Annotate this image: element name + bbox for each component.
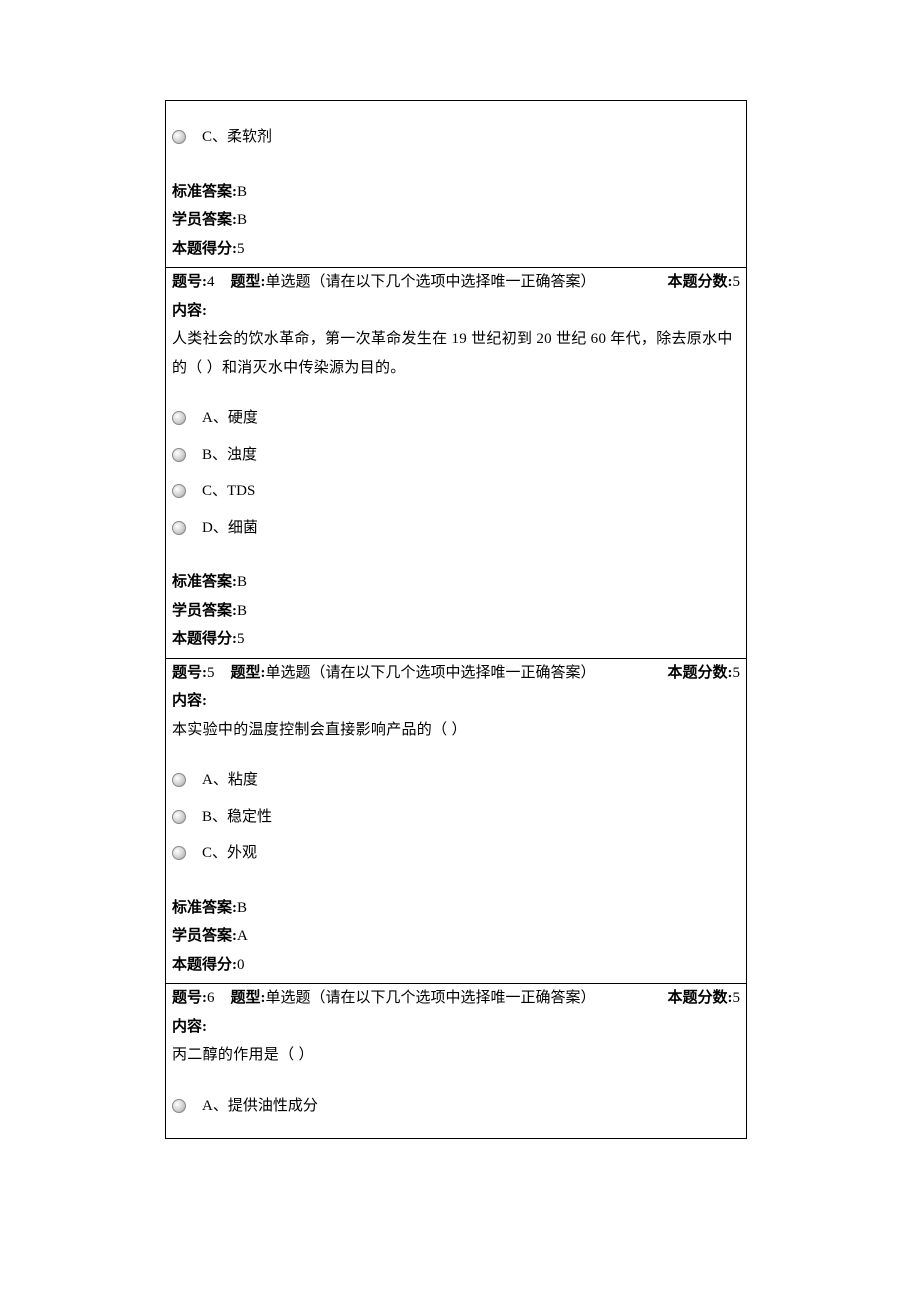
option-text: C、柔软剂	[202, 123, 272, 152]
qtype-value: 单选题（请在以下几个选项中选择唯一正确答案）	[266, 665, 596, 681]
question-stem: 丙二醇的作用是（ ）	[172, 1041, 740, 1070]
obtained-score-value: 0	[237, 957, 245, 973]
student-answer-label: 学员答案:	[172, 603, 237, 619]
score-label: 本题分数:	[668, 274, 733, 290]
obtained-score-label: 本题得分:	[172, 957, 237, 973]
qtype-value: 单选题（请在以下几个选项中选择唯一正确答案）	[266, 990, 596, 1006]
obtained-score-label: 本题得分:	[172, 631, 237, 647]
score-value: 5	[733, 274, 741, 290]
question-block: 题号:6 题型:单选题（请在以下几个选项中选择唯一正确答案） 本题分数:5 内容:丙二…	[166, 984, 746, 1138]
question-stem: 本实验中的温度控制会直接影响产品的（ ）	[172, 716, 740, 745]
radio-icon[interactable]	[172, 484, 186, 498]
option-row: A、硬度	[172, 404, 740, 433]
content-label: 内容:	[172, 687, 740, 716]
qtype-label: 题型:	[231, 274, 266, 290]
option-row: A、提供油性成分	[172, 1092, 740, 1121]
question-header: 题号:6 题型:单选题（请在以下几个选项中选择唯一正确答案） 本题分数:5	[172, 984, 740, 1013]
option-text: A、粘度	[202, 766, 258, 795]
radio-icon[interactable]	[172, 810, 186, 824]
option-row: B、浊度	[172, 441, 740, 470]
option-text: A、提供油性成分	[202, 1092, 318, 1121]
student-answer-value: A	[237, 928, 248, 944]
score-value: 5	[733, 665, 741, 681]
radio-icon[interactable]	[172, 521, 186, 535]
score-value: 5	[733, 990, 741, 1006]
question-block: 题号:4题型:单选题（请在以下几个选项中选择唯一正确答案）本题分数:5内容:人类…	[166, 268, 746, 659]
student-answer-value: B	[237, 603, 247, 619]
radio-icon[interactable]	[172, 1099, 186, 1113]
radio-icon[interactable]	[172, 448, 186, 462]
option-row: B、稳定性	[172, 803, 740, 832]
std-answer-value: B	[237, 184, 247, 200]
qnum-label: 题号:	[172, 274, 207, 290]
obtained-score-value: 5	[237, 631, 245, 647]
std-answer-label: 标准答案:	[172, 574, 237, 590]
radio-icon[interactable]	[172, 773, 186, 787]
option-row: C、外观	[172, 839, 740, 868]
obtained-score-label: 本题得分:	[172, 241, 237, 257]
qtype-label: 题型:	[231, 990, 266, 1006]
student-answer-label: 学员答案:	[172, 928, 237, 944]
option-text: D、细菌	[202, 514, 258, 543]
std-answer-value: B	[237, 574, 247, 590]
option-row: A、粘度	[172, 766, 740, 795]
qnum-label: 题号:	[172, 990, 207, 1006]
option-row: C、柔软剂	[172, 123, 740, 152]
qnum-value: 5	[207, 665, 215, 681]
option-text: B、稳定性	[202, 803, 272, 832]
student-answer-value: B	[237, 212, 247, 228]
question-stem: 人类社会的饮水革命，第一次革命发生在 19 世纪初到 20 世纪 60 年代，除…	[172, 325, 740, 382]
score-label: 本题分数:	[668, 990, 733, 1006]
qtype-value: 单选题（请在以下几个选项中选择唯一正确答案）	[266, 274, 596, 290]
radio-icon[interactable]	[172, 411, 186, 425]
option-text: C、TDS	[202, 477, 255, 506]
option-row: C、TDS	[172, 477, 740, 506]
obtained-score-value: 5	[237, 241, 245, 257]
std-answer-value: B	[237, 900, 247, 916]
option-text: C、外观	[202, 839, 257, 868]
student-answer-label: 学员答案:	[172, 212, 237, 228]
qtype-label: 题型:	[231, 665, 266, 681]
qnum-label: 题号:	[172, 665, 207, 681]
exam-table: C、柔软剂标准答案:B学员答案:B本题得分:5题号:4题型:单选题（请在以下几个…	[165, 100, 747, 1139]
radio-icon[interactable]	[172, 846, 186, 860]
content-label: 内容:	[172, 297, 740, 326]
question-block: 题号:5题型:单选题（请在以下几个选项中选择唯一正确答案）本题分数:5内容:本实…	[166, 659, 746, 985]
qnum-value: 4	[207, 274, 215, 290]
score-label: 本题分数:	[668, 665, 733, 681]
option-text: B、浊度	[202, 441, 257, 470]
content-label: 内容:	[172, 1013, 740, 1042]
qnum-value: 6	[207, 990, 215, 1006]
option-row: D、细菌	[172, 514, 740, 543]
question-header: 题号:5题型:单选题（请在以下几个选项中选择唯一正确答案）本题分数:5	[172, 659, 740, 688]
std-answer-label: 标准答案:	[172, 184, 237, 200]
radio-icon[interactable]	[172, 130, 186, 144]
question-block: C、柔软剂标准答案:B学员答案:B本题得分:5	[166, 101, 746, 268]
std-answer-label: 标准答案:	[172, 900, 237, 916]
question-header: 题号:4 题型:单选题（请在以下几个选项中选择唯一正确答案） 本题分数:5	[172, 268, 740, 297]
option-text: A、硬度	[202, 404, 258, 433]
